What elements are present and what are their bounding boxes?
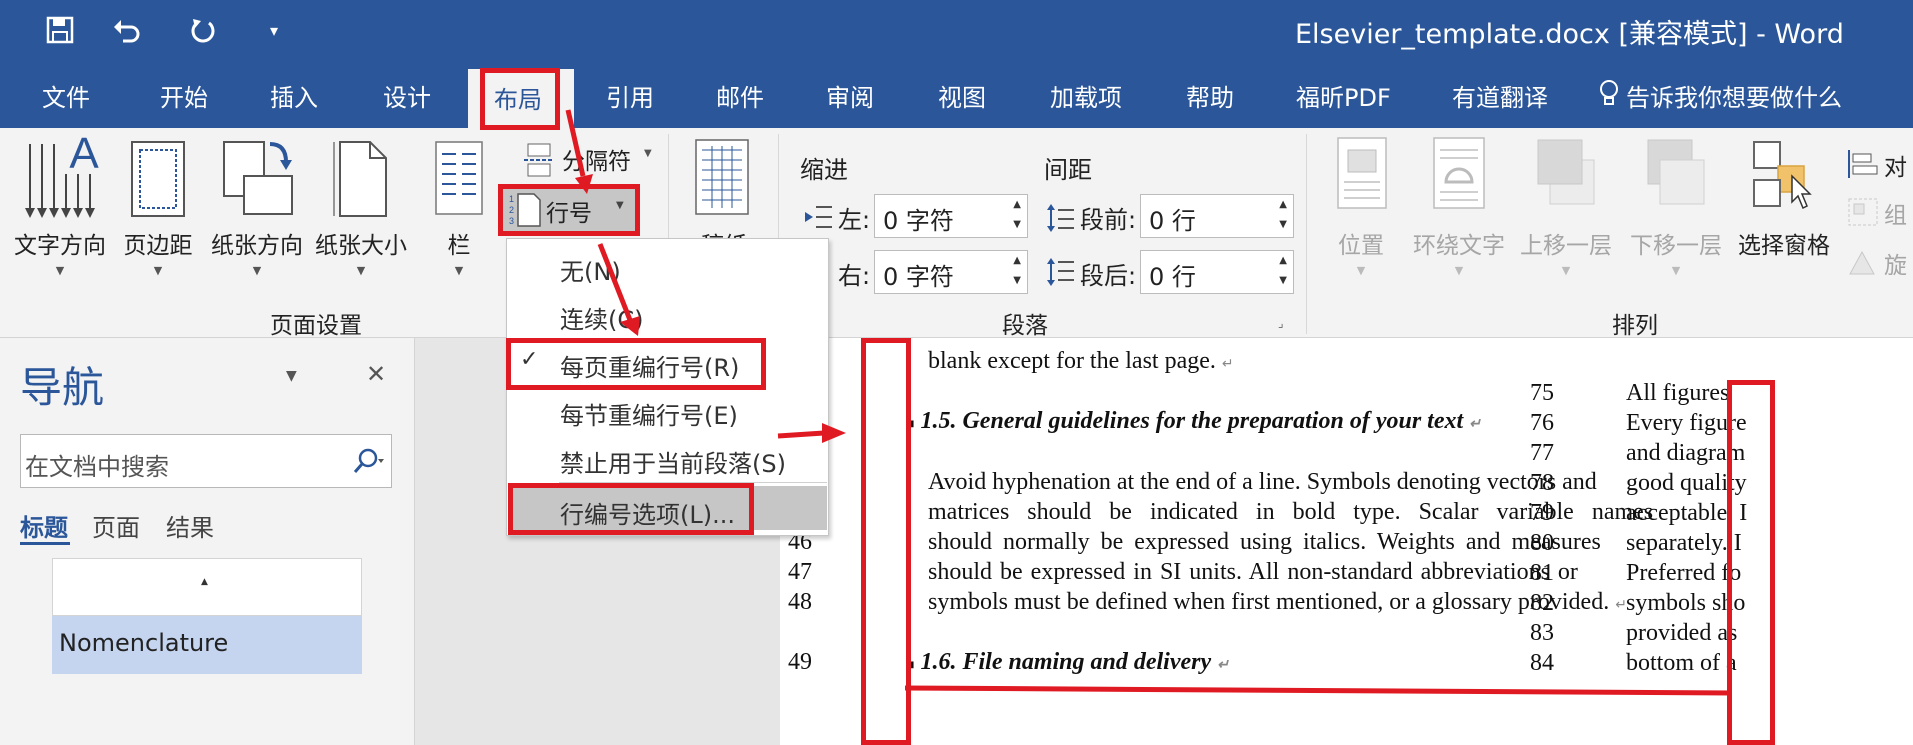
annotation-arrow-3 xyxy=(777,430,825,439)
arrowhead xyxy=(575,174,593,194)
annotation-arrow-2 xyxy=(597,243,633,321)
annotation-arrow-1 xyxy=(565,109,586,177)
annotation-arrows xyxy=(565,109,1733,696)
annotation-connector xyxy=(904,685,1733,696)
arrowhead xyxy=(822,423,846,443)
arrowhead xyxy=(620,316,640,336)
